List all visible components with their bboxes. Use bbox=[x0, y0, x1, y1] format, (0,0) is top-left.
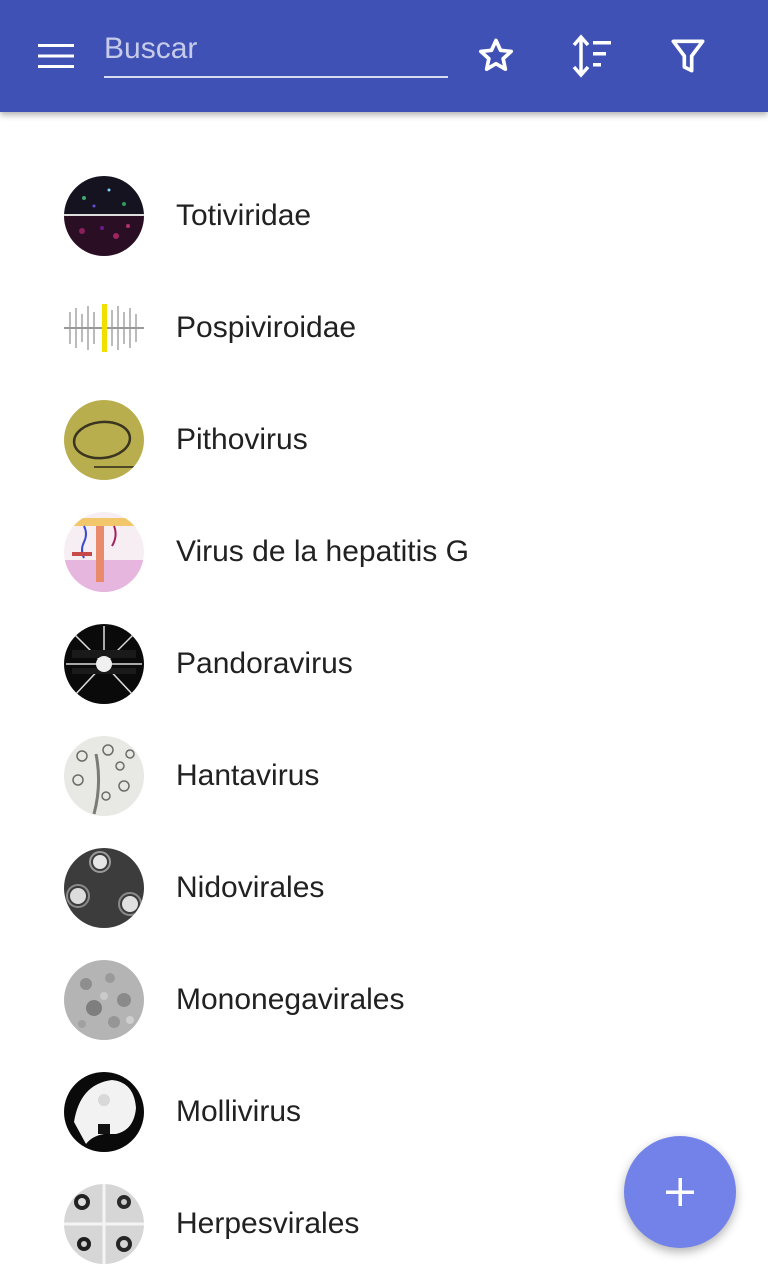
search-container bbox=[104, 22, 448, 82]
avatar bbox=[64, 848, 144, 928]
add-icon bbox=[666, 1178, 694, 1206]
item-label: Mononegavirales bbox=[176, 983, 405, 1016]
virus-list: Totiviridae Pospiviroidae Pithovirus Vir… bbox=[0, 160, 768, 1280]
filter-icon bbox=[671, 39, 705, 73]
list-item[interactable]: Totiviridae bbox=[0, 160, 768, 272]
avatar bbox=[64, 288, 144, 368]
item-label: Hantavirus bbox=[176, 759, 320, 792]
avatar bbox=[64, 960, 144, 1040]
item-label: Virus de la hepatitis G bbox=[176, 535, 469, 568]
avatar bbox=[64, 400, 144, 480]
list-item[interactable]: Virus de la hepatitis G bbox=[0, 496, 768, 608]
list-item[interactable]: Mononegavirales bbox=[0, 944, 768, 1056]
item-label: Nidovirales bbox=[176, 871, 325, 904]
add-button[interactable] bbox=[624, 1136, 736, 1248]
favorites-button[interactable] bbox=[468, 28, 524, 84]
item-label: Pithovirus bbox=[176, 423, 308, 456]
item-label: Totiviridae bbox=[176, 199, 312, 232]
search-input[interactable] bbox=[104, 22, 448, 78]
avatar bbox=[64, 512, 144, 592]
avatar bbox=[64, 1184, 144, 1264]
item-label: Pandoravirus bbox=[176, 647, 353, 680]
avatar bbox=[64, 736, 144, 816]
item-label: Mollivirus bbox=[176, 1095, 302, 1128]
filter-button[interactable] bbox=[660, 28, 716, 84]
sort-icon bbox=[572, 34, 611, 78]
item-label: Herpesvirales bbox=[176, 1207, 360, 1240]
avatar bbox=[64, 624, 144, 704]
avatar bbox=[64, 1072, 144, 1152]
sort-button[interactable] bbox=[563, 28, 619, 84]
list-item[interactable]: Pandoravirus bbox=[0, 608, 768, 720]
menu-icon bbox=[38, 44, 74, 68]
star-outline-icon bbox=[478, 38, 514, 72]
list-item[interactable]: Nidovirales bbox=[0, 832, 768, 944]
list-item[interactable]: Pithovirus bbox=[0, 384, 768, 496]
menu-button[interactable] bbox=[24, 28, 88, 84]
avatar bbox=[64, 176, 144, 256]
app-bar bbox=[0, 0, 768, 112]
list-item[interactable]: Hantavirus bbox=[0, 720, 768, 832]
list-item[interactable]: Pospiviroidae bbox=[0, 272, 768, 384]
item-label: Pospiviroidae bbox=[176, 311, 357, 344]
